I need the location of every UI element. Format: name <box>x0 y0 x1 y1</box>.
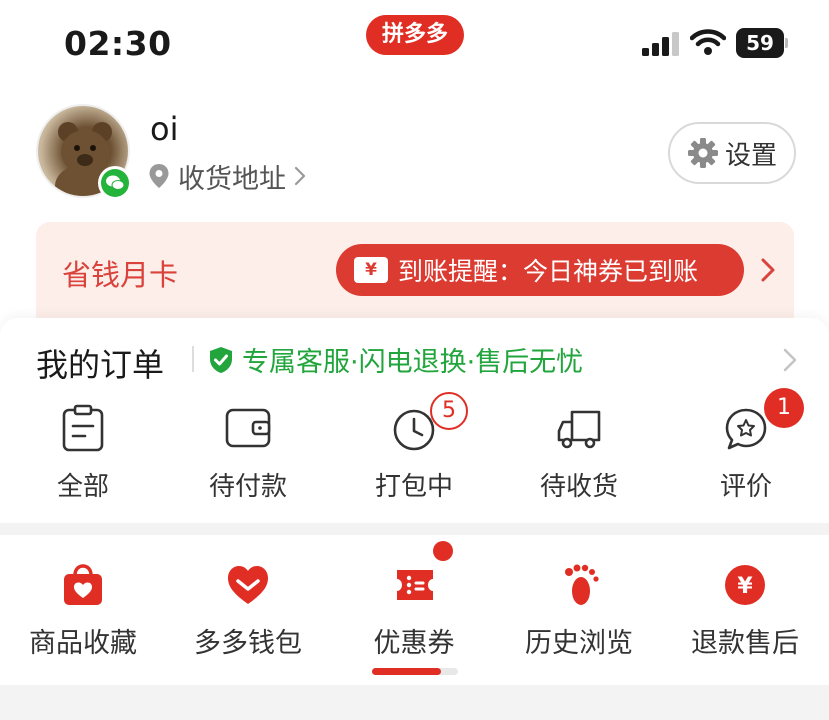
gear-icon <box>687 138 718 168</box>
ticket-yen-symbol: ¥ <box>365 260 377 280</box>
cellular-signal-icon <box>642 32 679 56</box>
service-perks[interactable]: 专属客服·闪电退换·售后无忧 <box>208 340 583 379</box>
coupon-notification-dot <box>433 541 453 561</box>
order-tab-label: 待收货 <box>539 472 618 502</box>
clipboard-icon <box>62 404 104 452</box>
orders-section: 我的订单 专属客服·闪电退换·售后无忧 全部 待付款 5 打包中 待收货 1 评… <box>0 318 829 523</box>
tool-label: 多多钱包 <box>194 628 302 659</box>
order-tab-to-receive[interactable]: 待收货 <box>519 400 639 510</box>
status-bar: 02:30 拼多多 59 <box>0 0 829 84</box>
wechat-badge <box>98 166 132 200</box>
packing-count-badge: 5 <box>430 392 468 430</box>
refund-yen-icon: ¥ <box>725 565 765 605</box>
review-star-icon <box>725 408 767 450</box>
order-tab-label: 全部 <box>56 472 109 502</box>
tool-label: 优惠券 <box>373 628 455 659</box>
battery-level: 59 <box>746 31 774 55</box>
address-link[interactable]: 收货地址 <box>148 158 308 195</box>
orders-title[interactable]: 我的订单 <box>36 340 164 386</box>
tool-label: 退款售后 <box>691 628 799 659</box>
tool-favorites[interactable]: 商品收藏 <box>8 557 158 667</box>
refund-yen-symbol: ¥ <box>737 574 753 599</box>
app-name-badge: 拼多多 <box>366 15 464 55</box>
order-tab-label: 打包中 <box>374 472 453 502</box>
order-tab-all[interactable]: 全部 <box>23 400 143 510</box>
tools-scroll-thumb <box>372 668 441 675</box>
wechat-icon <box>101 169 129 197</box>
tools-scroll-indicator <box>372 668 458 675</box>
address-label: 收货地址 <box>178 163 286 195</box>
order-tab-pending-payment[interactable]: 待付款 <box>188 400 308 510</box>
favorite-bag-icon <box>64 564 102 605</box>
ticket-icon: ¥ <box>354 257 388 283</box>
chevron-right-icon <box>761 258 775 282</box>
truck-icon <box>557 410 601 449</box>
savings-card-title: 省钱月卡 <box>62 258 179 292</box>
divider <box>192 346 194 372</box>
heart-wallet-icon <box>228 566 268 604</box>
order-tab-review[interactable]: 1 评价 <box>686 388 806 510</box>
chevron-right-icon[interactable] <box>780 344 800 376</box>
section-gap <box>0 523 829 535</box>
wifi-icon <box>690 29 726 55</box>
shield-check-icon <box>210 346 232 373</box>
coupon-notice-text: 到账提醒：今日神券已到账 <box>398 257 699 286</box>
savings-card[interactable]: 省钱月卡 ¥ 到账提醒：今日神券已到账 <box>36 222 794 320</box>
tool-wallet[interactable]: 多多钱包 <box>173 557 323 667</box>
tool-label: 历史浏览 <box>525 628 633 659</box>
tools-section: 商品收藏 多多钱包 优惠券 历史浏览 ¥ 退款售后 <box>0 535 829 685</box>
tool-history[interactable]: 历史浏览 <box>504 557 654 667</box>
battery-cap <box>785 38 788 48</box>
coupon-icon <box>397 570 433 600</box>
battery-indicator: 59 <box>736 28 788 58</box>
order-tab-label: 待付款 <box>208 472 287 502</box>
service-perks-text: 专属客服·闪电退换·售后无忧 <box>242 347 584 378</box>
order-tab-label: 评价 <box>719 472 772 502</box>
tool-coupons[interactable]: 优惠券 <box>339 557 489 667</box>
status-time: 02:30 <box>64 24 172 63</box>
location-pin-icon <box>149 164 169 188</box>
settings-label: 设置 <box>724 140 777 171</box>
footprint-icon <box>565 564 599 605</box>
section-gap-bottom <box>0 685 829 720</box>
review-count-badge: 1 <box>764 388 804 428</box>
chevron-right-icon <box>294 166 306 186</box>
settings-button[interactable]: 设置 <box>668 122 796 184</box>
wallet-icon <box>225 408 271 448</box>
coupon-notice-pill[interactable]: ¥ 到账提醒：今日神券已到账 <box>336 244 744 296</box>
tool-refunds[interactable]: ¥ 退款售后 <box>670 557 820 667</box>
tool-label: 商品收藏 <box>29 628 137 659</box>
username: oi <box>150 110 179 148</box>
order-tab-packing[interactable]: 5 打包中 <box>354 392 474 510</box>
